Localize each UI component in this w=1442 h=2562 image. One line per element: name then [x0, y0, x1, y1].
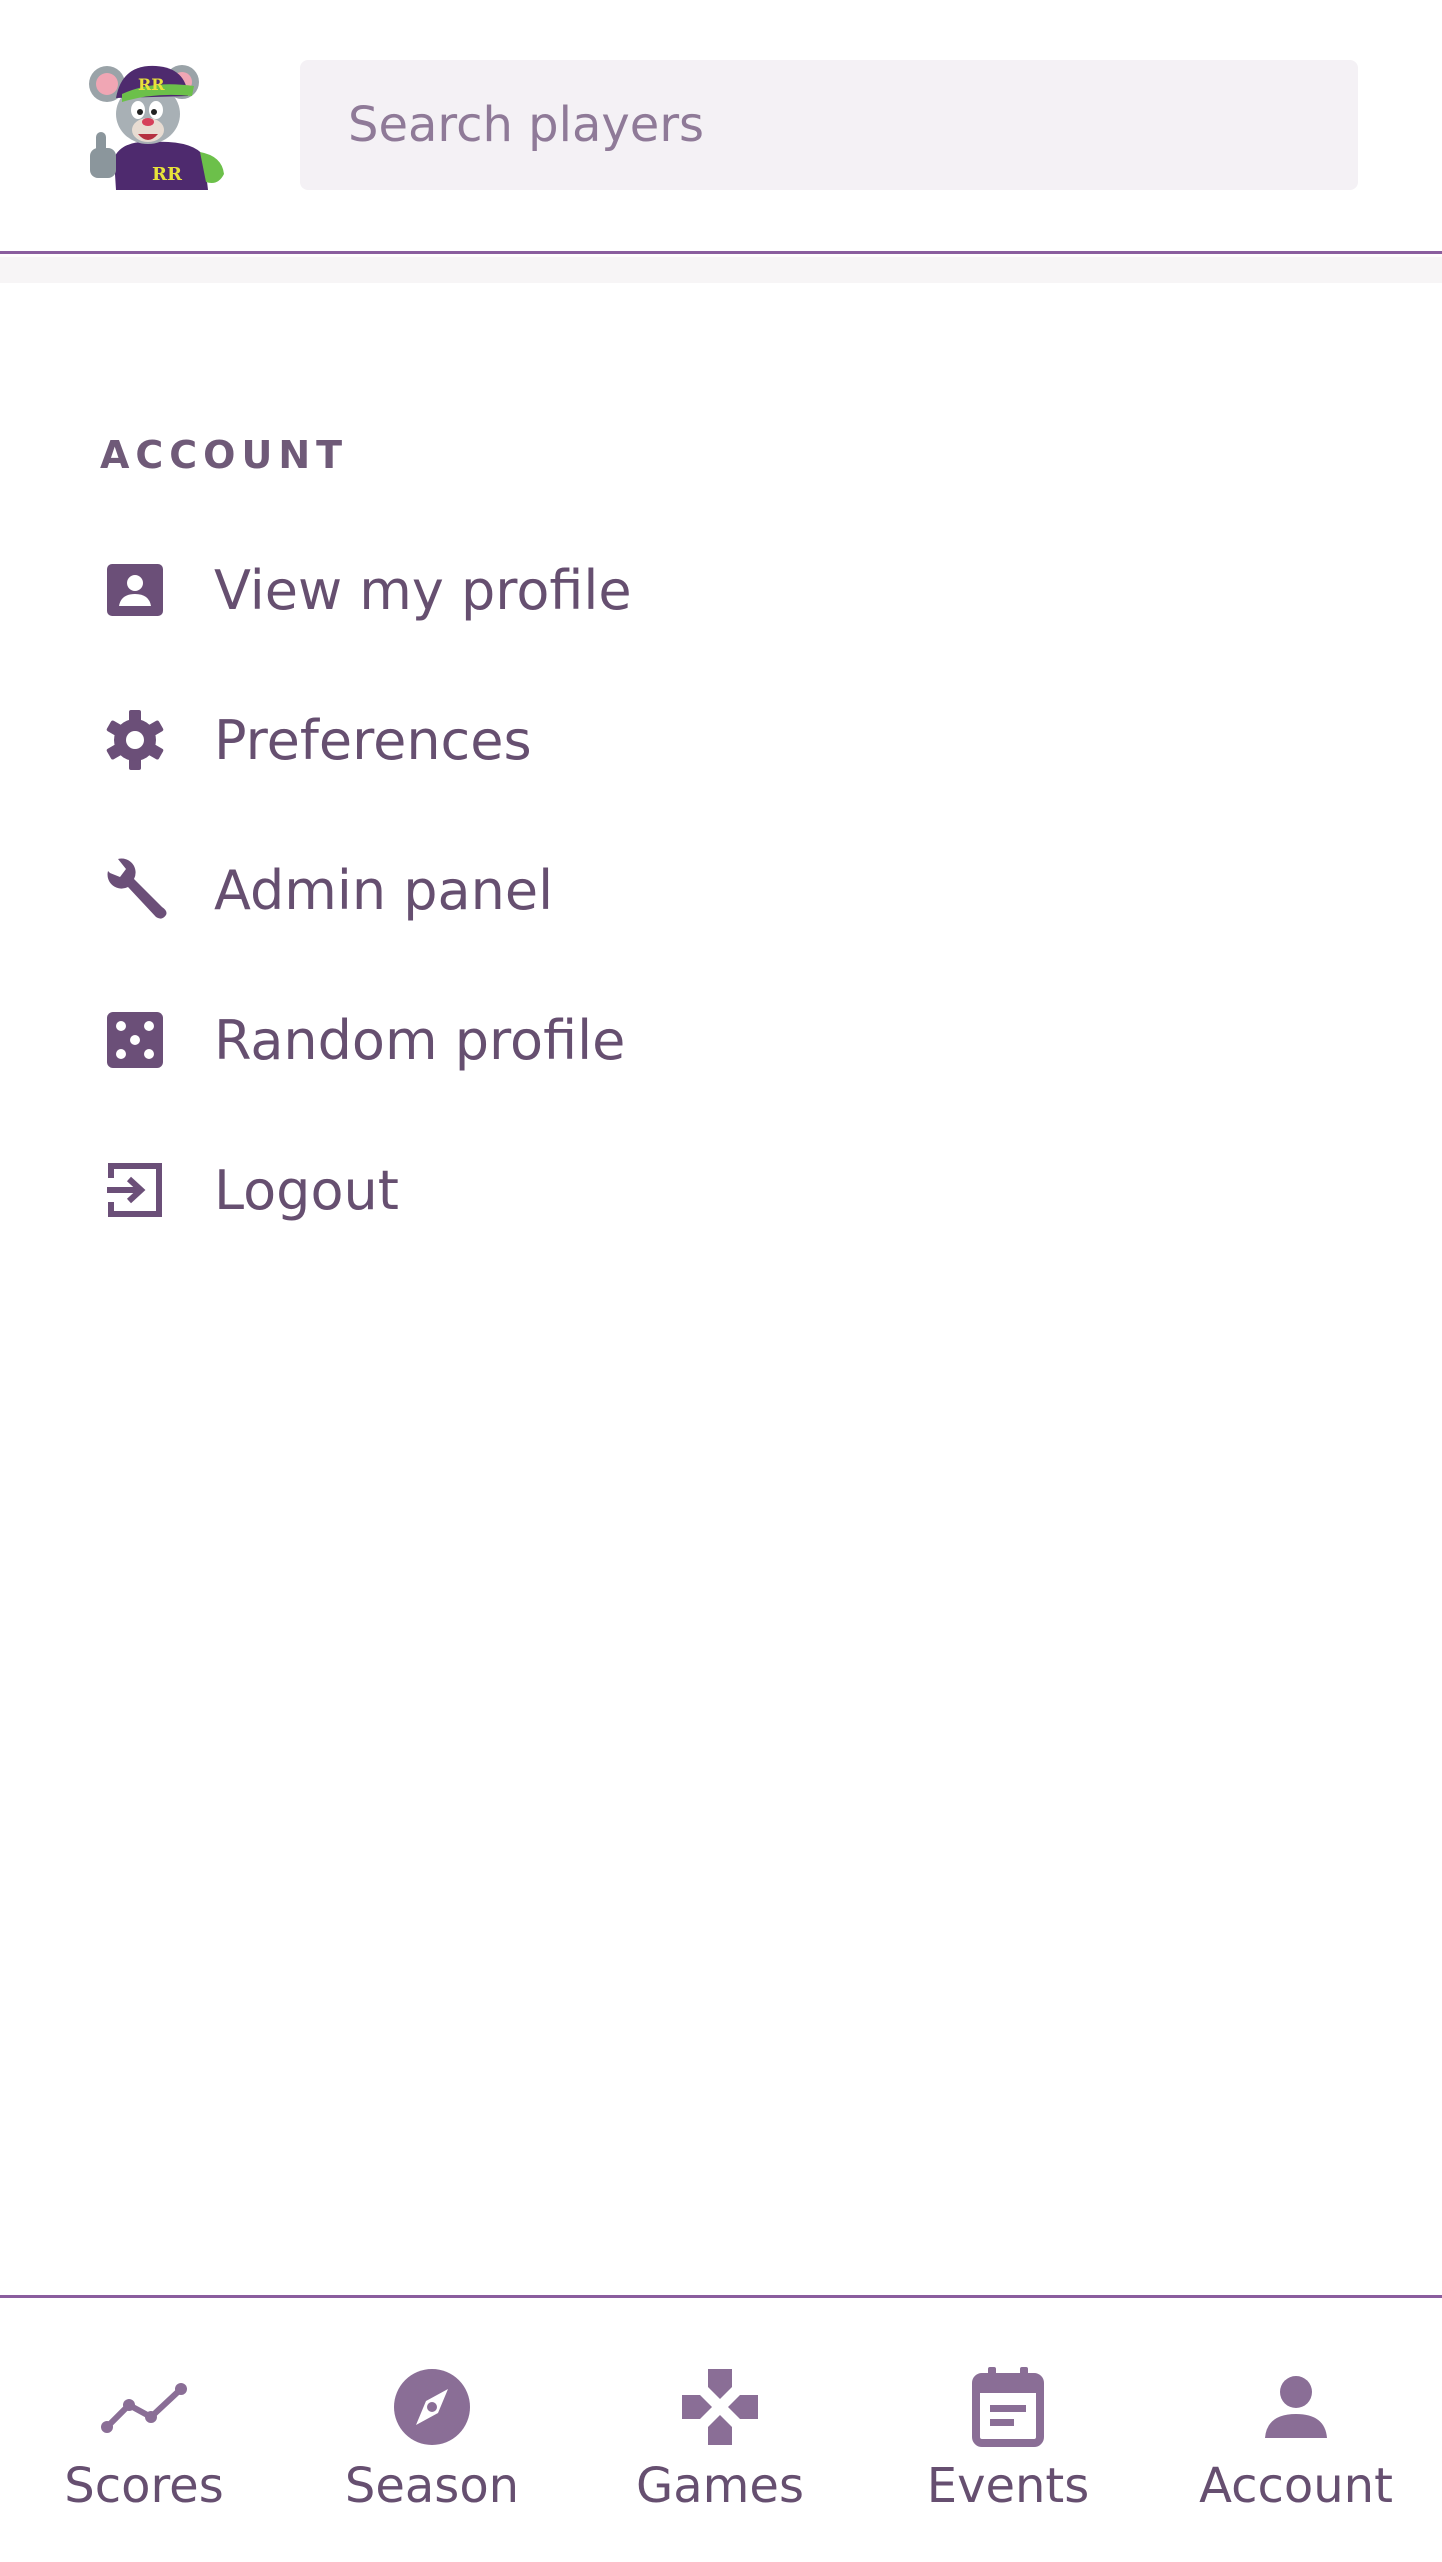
header-divider-strip: [0, 257, 1442, 283]
nav-label: Account: [1199, 2458, 1393, 2514]
compass-icon: [387, 2362, 477, 2452]
nav-item-season[interactable]: Season: [288, 2298, 576, 2562]
menu-item-admin-panel[interactable]: Admin panel: [100, 835, 1300, 945]
nav-item-games[interactable]: Games: [576, 2298, 864, 2562]
menu-item-label: Logout: [214, 1158, 399, 1222]
account-menu-panel: ACCOUNT View my profile Preferences Admi…: [0, 283, 1442, 2295]
nav-label: Games: [636, 2458, 804, 2514]
svg-text:RR: RR: [152, 164, 183, 185]
person-icon: [1251, 2362, 1341, 2452]
menu-item-view-profile[interactable]: View my profile: [100, 535, 1300, 645]
nav-label: Scores: [64, 2458, 224, 2514]
svg-text:RR: RR: [138, 75, 165, 94]
app-logo[interactable]: RR RR: [82, 56, 232, 190]
dice-icon: [100, 1005, 170, 1075]
trend-line-icon: [99, 2362, 189, 2452]
search-input[interactable]: [300, 60, 1358, 190]
nav-item-scores[interactable]: Scores: [0, 2298, 288, 2562]
nav-label: Season: [344, 2458, 520, 2514]
nav-item-account[interactable]: Account: [1152, 2298, 1440, 2562]
calendar-icon: [963, 2362, 1053, 2452]
menu-item-random-profile[interactable]: Random profile: [100, 985, 1300, 1095]
section-title: ACCOUNT: [100, 433, 349, 477]
bottom-nav: Scores Season Games Events Account: [0, 2295, 1442, 2562]
menu-item-label: Random profile: [214, 1008, 626, 1072]
menu-item-logout[interactable]: Logout: [100, 1135, 1300, 1245]
nav-label: Events: [926, 2458, 1090, 2514]
profile-card-icon: [100, 555, 170, 625]
top-header: RR RR: [0, 0, 1442, 254]
menu-item-label: View my profile: [214, 558, 632, 622]
nav-item-events[interactable]: Events: [864, 2298, 1152, 2562]
menu-item-label: Preferences: [214, 708, 532, 772]
logout-icon: [100, 1155, 170, 1225]
menu-item-preferences[interactable]: Preferences: [100, 685, 1300, 795]
menu-item-label: Admin panel: [214, 858, 554, 922]
wrench-icon: [100, 855, 170, 925]
dpad-icon: [675, 2362, 765, 2452]
gear-icon: [100, 705, 170, 775]
